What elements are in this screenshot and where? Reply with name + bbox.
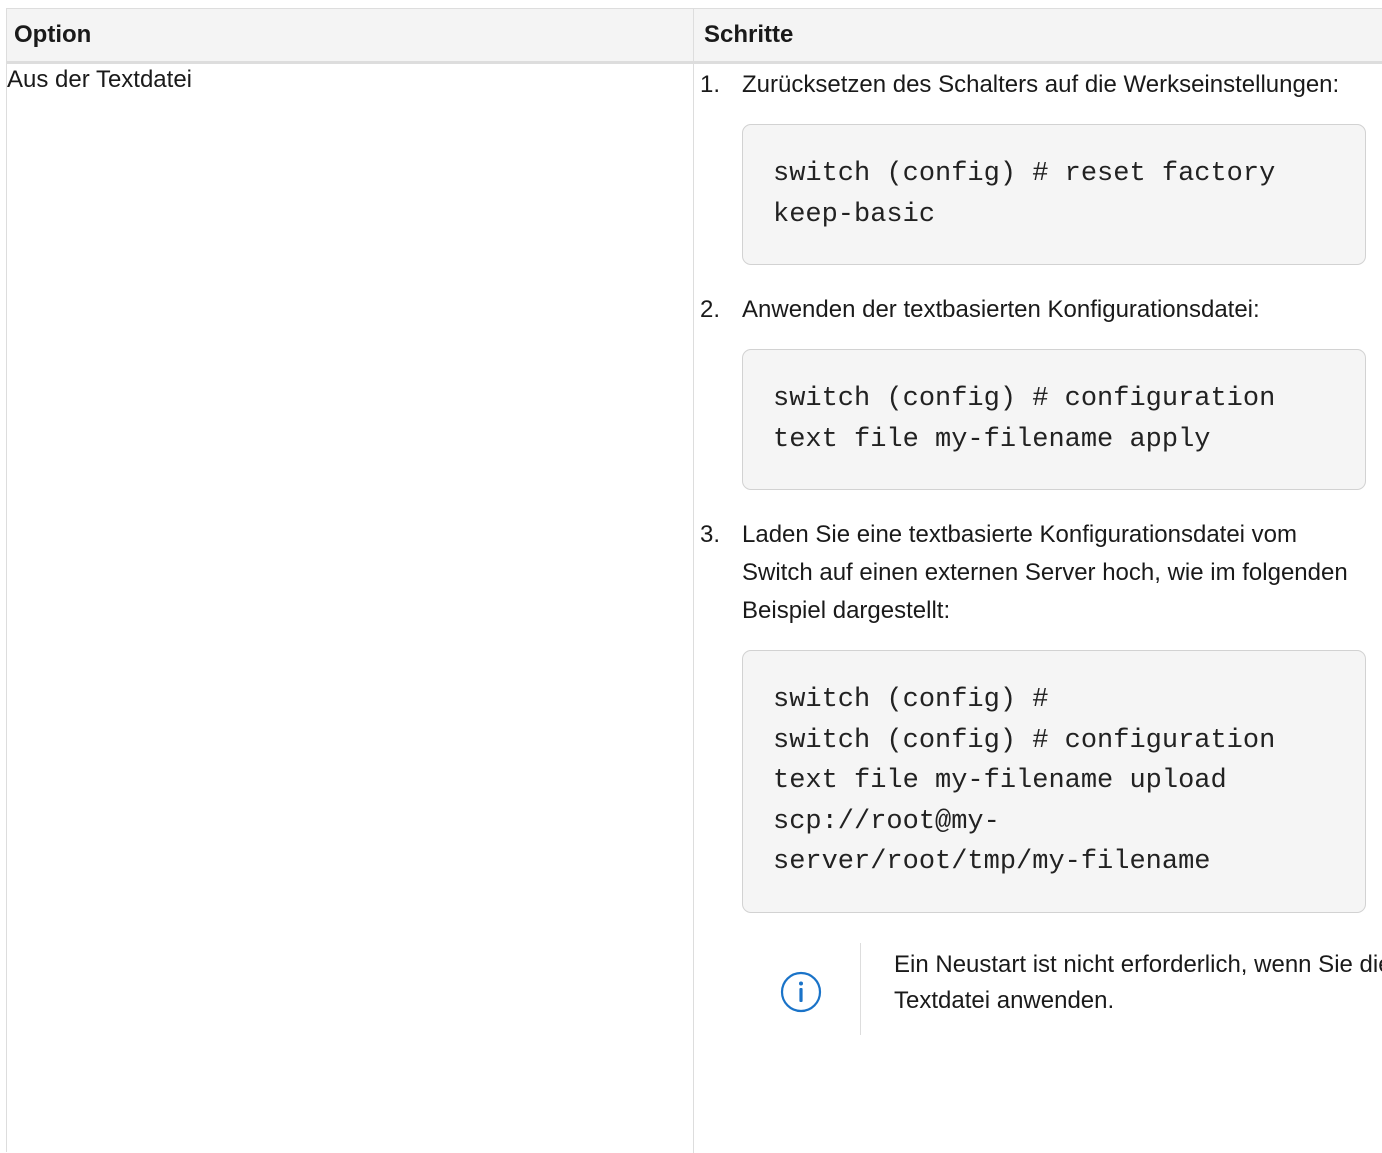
table-header-row: Option Schritte [7, 9, 1382, 64]
info-icon [780, 971, 822, 1012]
note-text: Ein Neustart ist nicht erforderlich, wen… [894, 950, 1382, 1014]
steps-list: 1. Zurücksetzen des Schalters auf die We… [700, 66, 1382, 1035]
step-text: Anwenden der textbasierten Konfiguration… [742, 296, 1260, 323]
column-divider [693, 9, 694, 1153]
step-number: 2. [700, 296, 721, 323]
step-item: 3. Laden Sie eine textbasierte Konfigura… [700, 516, 1382, 1035]
column-header-option: Option [14, 21, 92, 48]
column-header-steps: Schritte [704, 21, 794, 48]
step-item: 2. Anwenden der textbasierten Konfigurat… [700, 291, 1366, 490]
step-text: Zurücksetzen des Schalters auf die Werks… [742, 71, 1340, 98]
option-cell: Aus der Textdatei [7, 66, 193, 93]
code-block: switch (config) # configuration text fil… [742, 349, 1366, 490]
step-number: 3. [700, 521, 721, 548]
step-item: 1. Zurücksetzen des Schalters auf die We… [700, 66, 1366, 265]
step-text: Laden Sie eine textbasierte Konfiguratio… [742, 521, 1348, 624]
note-divider [860, 942, 861, 1035]
code-block: switch (config) # reset factory keep-bas… [742, 124, 1366, 265]
note-admonition: Ein Neustart ist nicht erforderlich, wen… [742, 942, 1382, 1035]
step-number: 1. [700, 71, 721, 98]
code-block: switch (config) # switch (config) # conf… [742, 650, 1366, 913]
